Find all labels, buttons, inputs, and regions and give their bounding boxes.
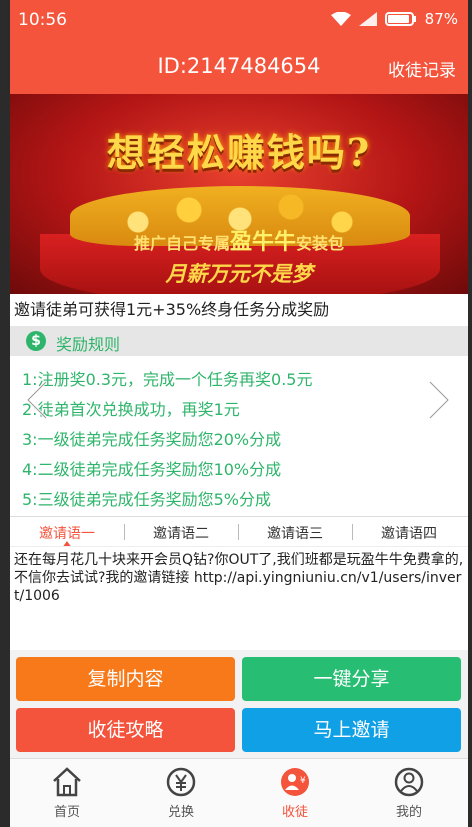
signal-icon (358, 12, 377, 26)
rule-item: 5:三级徒弟完成任务奖励您5%分成 (22, 490, 271, 509)
status-bar: 10:56 87% (10, 0, 468, 42)
app-header: ID:2147484654 收徒记录 (10, 42, 468, 94)
yen-exchange-icon (164, 765, 198, 799)
tabbar-item-exchange[interactable]: 兑换 (124, 765, 238, 820)
rule-item: 4:二级徒弟完成任务奖励您10%分成 (22, 460, 282, 479)
banner-brand: 盈牛牛 (229, 230, 296, 255)
rule-item: 3:一级徒弟完成任务奖励您20%分成 (22, 430, 282, 449)
tab-invite-4[interactable]: 邀请语四 (352, 523, 466, 543)
battery-percent: 87% (424, 10, 458, 28)
prev-arrow-icon[interactable] (24, 380, 52, 420)
banner-footer: 月薪万元不是梦 (165, 262, 313, 286)
apprentice-records-button[interactable]: 收徒记录 (388, 56, 456, 81)
rule-item: 2:徒弟首次兑换成功，再奖1元 (22, 400, 240, 419)
rule-item: 1:注册奖0.3元，完成一个任务再奖0.5元 (22, 370, 313, 389)
tabbar-item-apprentice[interactable]: ¥ 收徒 (238, 765, 352, 820)
banner-sub-prefix: 推广自己专属 (133, 234, 230, 253)
one-click-share-button[interactable]: 一键分享 (242, 657, 461, 701)
tabbar-item-home[interactable]: 首页 (10, 765, 124, 820)
tabbar-label: 收徒 (281, 805, 308, 820)
home-icon (50, 765, 84, 799)
banner-sub-suffix: 安装包 (296, 234, 345, 253)
promo-banner[interactable]: 想轻松赚钱吗? 推广自己专属盈牛牛安装包 月薪万元不是梦 (10, 94, 468, 294)
rules-title: 奖励规则 (56, 335, 121, 354)
invite-message-tabs: 邀请语一 邀请语二 邀请语三 邀请语四 (10, 516, 468, 548)
phone-screen: 10:56 87% ID:2147484654 收徒记录 想轻松赚钱吗? 推广自… (10, 0, 468, 827)
apprentice-guide-button[interactable]: 收徒攻略 (16, 708, 235, 752)
profile-icon (392, 765, 426, 799)
copy-content-button[interactable]: 复制内容 (16, 657, 235, 701)
tabbar-label: 我的 (395, 805, 422, 820)
tab-invite-2[interactable]: 邀请语二 (124, 523, 238, 543)
status-time: 10:56 (18, 10, 67, 30)
svg-text:¥: ¥ (300, 776, 306, 786)
invite-message-text: 还在每月花几十块来开会员Q钻?你OUT了,我们班都是玩盈牛牛免费拿的,不信你去试… (10, 546, 468, 650)
bottom-tab-bar: 首页 兑换 ¥ 收徒 我的 (10, 758, 468, 827)
tabbar-item-mine[interactable]: 我的 (352, 765, 466, 820)
banner-subtitle: 推广自己专属盈牛牛安装包 (10, 224, 468, 256)
rules-header: $ 奖励规则 (10, 326, 468, 356)
tab-invite-1[interactable]: 邀请语一 (10, 523, 124, 543)
rules-list: 1:注册奖0.3元，完成一个任务再奖0.5元 2:徒弟首次兑换成功，再奖1元 3… (10, 356, 468, 516)
tabbar-label: 首页 (53, 805, 80, 820)
invite-reward-text: 邀请徒弟可获得1元+35%终身任务分成奖励 (10, 294, 468, 326)
status-icons: 87% (330, 10, 458, 28)
wifi-icon (330, 12, 351, 26)
next-arrow-icon[interactable] (424, 380, 452, 420)
dollar-icon: $ (26, 331, 46, 351)
apprentice-icon: ¥ (278, 765, 312, 799)
banner-headline: 想轻松赚钱吗? (106, 130, 372, 175)
invite-now-button[interactable]: 马上邀请 (242, 708, 461, 752)
battery-icon (384, 12, 417, 26)
tab-invite-3[interactable]: 邀请语三 (238, 523, 352, 543)
tabbar-label: 兑换 (167, 805, 194, 820)
